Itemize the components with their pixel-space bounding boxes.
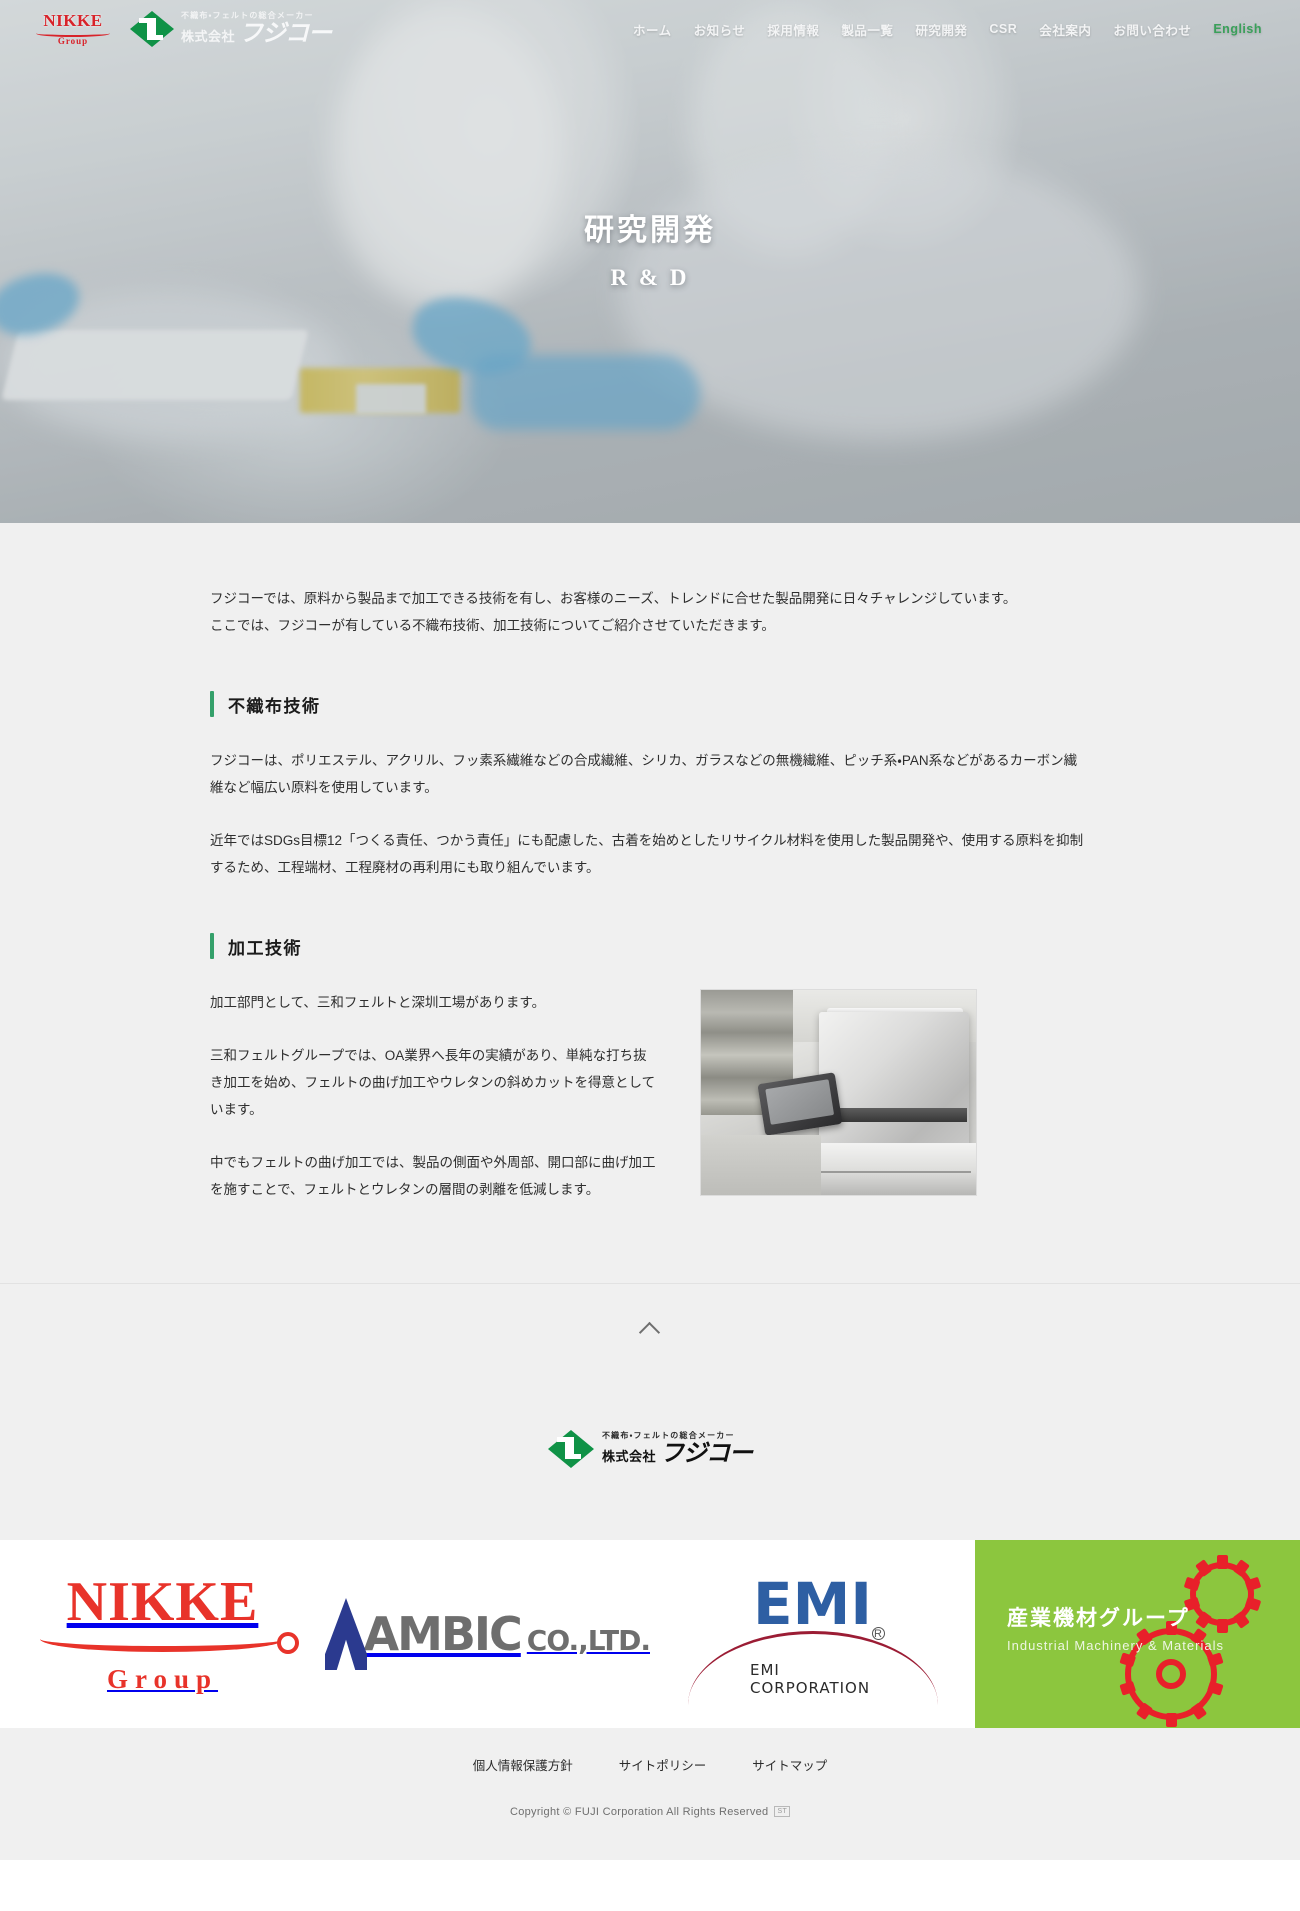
fujiko-name-label: フジコー xyxy=(239,18,332,47)
nav-contact[interactable]: お問い合わせ xyxy=(1113,20,1191,39)
banner-ambic[interactable]: AMBIC CO.,LTD. xyxy=(325,1540,650,1728)
nav-recruit[interactable]: 採用情報 xyxy=(767,20,819,39)
page-title-en: R & D xyxy=(610,265,690,290)
page-title-jp: 研究開発 xyxy=(584,214,716,247)
nav-products[interactable]: 製品一覧 xyxy=(841,20,893,39)
footer-fujiko-logo[interactable]: 不織布・フェルトの総合メーカー 株式会社 フジコー xyxy=(547,1430,753,1468)
processing-paragraph-1: 加工部門として、三和フェルトと深圳工場があります。 xyxy=(210,995,546,1010)
nikke-banner-word: NIKKE xyxy=(66,1570,259,1633)
heading-accent-bar xyxy=(210,933,214,959)
section-title-nonwoven: 不織布技術 xyxy=(228,696,321,716)
main-content: フジコーでは、原料から製品まで加工できる技術を有し、お客様のニーズ、トレンドに合… xyxy=(0,523,1300,1284)
gear-tooth xyxy=(1216,1619,1228,1633)
chevron-up-icon[interactable] xyxy=(639,1317,661,1339)
page-title-block: 研究開発 R & D xyxy=(0,205,1300,291)
nikke-banner-sub: Group xyxy=(106,1663,219,1694)
main-navigation[interactable]: ホーム お知らせ 採用情報 製品一覧 研究開発 CSR 会社案内 お問い合わせ … xyxy=(633,20,1300,39)
banner-sangyo[interactable]: 産業機材グループ Industrial Machinery & Material… xyxy=(975,1540,1300,1728)
processing-paragraph-2: 三和フェルトグループでは、OA業界へ長年の実績があり、単純な打ち抜き加工を始め、… xyxy=(210,1048,656,1117)
nikke-group-logo[interactable]: NIKKE Group xyxy=(30,10,116,48)
nav-english[interactable]: English xyxy=(1213,22,1262,36)
processing-paragraph-3: 中でもフェルトの曲げ加工では、製品の側面や外周部、開口部に曲げ加工を施すことで、… xyxy=(210,1155,656,1197)
nonwoven-paragraph-1: フジコーは、ポリエステル、アクリル、フッ素系繊維などの合成繊維、シリカ、ガラスな… xyxy=(210,753,1078,795)
ambic-banner-logo: AMBIC CO.,LTD. xyxy=(363,1607,650,1661)
fujiko-kk-label: 株式会社 xyxy=(181,28,236,44)
nav-rd[interactable]: 研究開発 xyxy=(915,20,967,39)
sangyo-banner-jp: 産業機材グループ xyxy=(1007,1607,1190,1630)
section-title-processing: 加工技術 xyxy=(228,938,302,958)
fujiko-diamond-icon xyxy=(130,11,174,47)
fujiko-diamond-icon xyxy=(547,1430,594,1468)
fujiko-logo[interactable]: 不織布・フェルトの総合メーカー 株式会社 フジコー xyxy=(130,11,332,47)
nikke-swoosh-icon xyxy=(40,1626,299,1654)
intro-paragraph: フジコーでは、原料から製品まで加工できる技術を有し、お客様のニーズ、トレンドに合… xyxy=(210,585,1090,639)
photo-floor-shape xyxy=(701,1135,821,1195)
nikke-logo-sub: Group xyxy=(57,36,89,46)
nav-csr[interactable]: CSR xyxy=(989,22,1017,36)
footer-logo-section: 不織布・フェルトの総合メーカー 株式会社 フジコー xyxy=(0,1372,1300,1540)
intro-line-1: フジコーでは、原料から製品まで加工できる技術を有し、お客様のニーズ、トレンドに合… xyxy=(210,591,1017,606)
footer-fujiko-kk-label: 株式会社 xyxy=(601,1448,656,1464)
header-logos[interactable]: NIKKE Group 不織布・フェルトの総合メーカー 株式会社 フジコー xyxy=(0,10,332,48)
nav-company[interactable]: 会社案内 xyxy=(1039,20,1091,39)
footer-link-privacy[interactable]: 個人情報保護方針 xyxy=(473,1755,573,1774)
nonwoven-paragraph-2: 近年ではSDGs目標12「つくる責任、つかう責任」にも配慮した、古着を始めとした… xyxy=(210,833,1084,875)
emi-banner-word: EMI xyxy=(753,1570,872,1638)
sangyo-banner-inner: 産業機材グループ Industrial Machinery & Material… xyxy=(975,1540,1300,1728)
site-header: NIKKE Group 不織布・フェルトの総合メーカー 株式会社 フジコー ホー… xyxy=(0,0,1300,58)
heading-accent-bar xyxy=(210,691,214,717)
photo-base-line-shape xyxy=(815,1171,971,1173)
nikke-logo-word: NIKKE xyxy=(43,11,103,30)
page-top-section xyxy=(0,1284,1300,1372)
copyright-text: Copyright © FUJI Corporation All Rights … xyxy=(509,1806,769,1818)
processing-photo xyxy=(700,989,977,1196)
gear-tooth xyxy=(1165,1713,1177,1727)
processing-content-columns: 加工部門として、三和フェルトと深圳工場があります。 三和フェルトグループでは、O… xyxy=(210,989,1090,1203)
photo-copier-tray-shape xyxy=(821,1108,967,1122)
sangyo-banner-en: Industrial Machinery & Materials xyxy=(1007,1638,1224,1653)
section-heading-nonwoven: 不織布技術 xyxy=(210,691,1090,717)
intro-line-2: ここでは、フジコーが有している不織布技術、加工技術についてご紹介させていただきま… xyxy=(210,618,775,633)
gear-tooth xyxy=(1216,1555,1228,1569)
banner-nikke[interactable]: NIKKE Group xyxy=(0,1540,325,1728)
nav-news[interactable]: お知らせ xyxy=(694,20,746,39)
nav-home[interactable]: ホーム xyxy=(633,20,672,39)
footer-link-sitemap[interactable]: サイトマップ xyxy=(752,1755,827,1774)
partner-banner-strip: NIKKE Group AMBIC CO.,LTD. EMI R EMI COR… xyxy=(0,1540,1300,1728)
nikke-group-banner-logo: NIKKE Group xyxy=(40,1570,299,1695)
footer-link-row: 個人情報保護方針 サイトポリシー サイトマップ xyxy=(0,1728,1300,1800)
photo-copier-base-shape xyxy=(809,1143,976,1195)
section-heading-processing: 加工技術 xyxy=(210,933,1090,959)
ambic-mark-icon xyxy=(325,1598,351,1670)
emi-banner-logo: EMI R EMI CORPORATION xyxy=(687,1569,938,1699)
registered-trademark-icon: R xyxy=(871,1627,885,1640)
copyright-bar: Copyright © FUJI Corporation All Rights … xyxy=(0,1800,1300,1860)
gear-icon xyxy=(1183,1555,1261,1633)
hero-banner: NIKKE Group 不織布・フェルトの総合メーカー 株式会社 フジコー ホー… xyxy=(0,0,1300,523)
emi-banner-sub: EMI CORPORATION xyxy=(750,1661,871,1697)
banner-emi[interactable]: EMI R EMI CORPORATION xyxy=(650,1540,975,1728)
footer-fujiko-name-label: フジコー xyxy=(660,1438,753,1467)
footer-link-sitepolicy[interactable]: サイトポリシー xyxy=(619,1755,707,1774)
processing-text-column: 加工部門として、三和フェルトと深圳工場があります。 三和フェルトグループでは、O… xyxy=(210,989,660,1203)
ambic-banner-sub: CO.,LTD. xyxy=(526,1624,650,1657)
copyright-badge: ST xyxy=(774,1806,791,1817)
fujiko-logo-text: 不織布・フェルトの総合メーカー 株式会社 フジコー xyxy=(181,11,332,47)
ambic-banner-word: AMBIC xyxy=(363,1607,522,1661)
